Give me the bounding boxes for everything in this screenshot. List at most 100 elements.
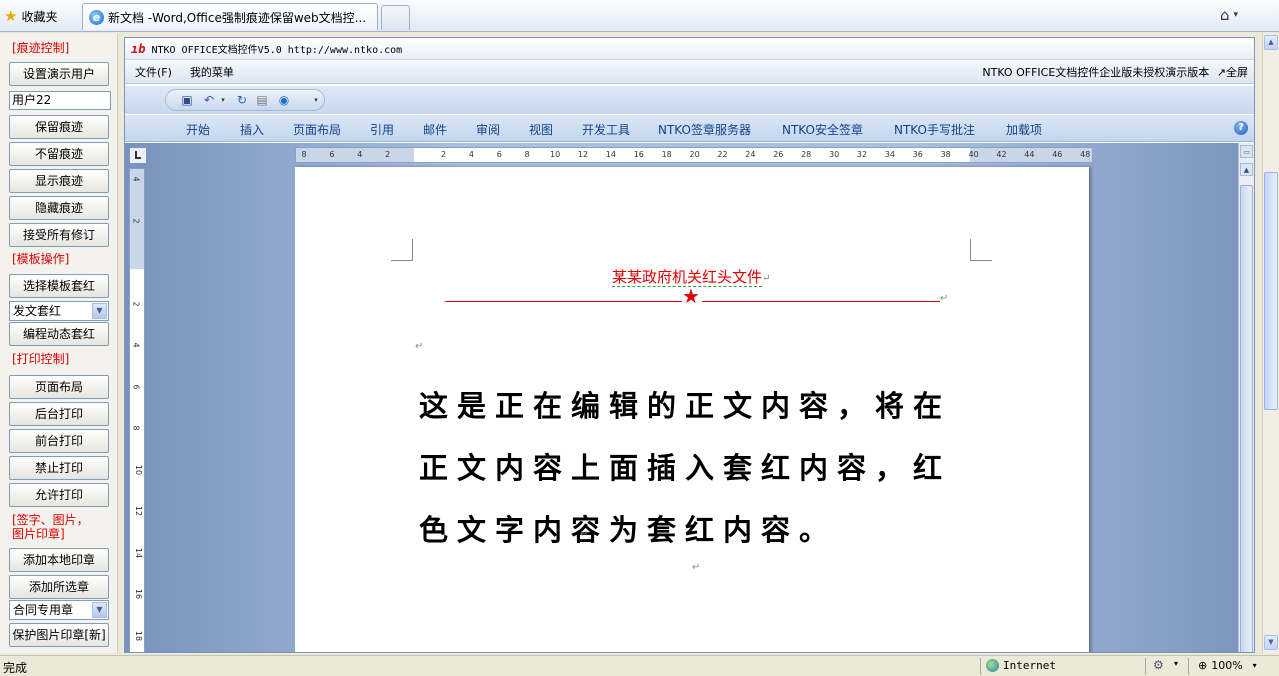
background-print-button[interactable]: 后台打印 [9, 402, 109, 426]
hide-trace-button[interactable]: 隐藏痕迹 [9, 196, 109, 220]
scroll-up-icon[interactable]: ▲ [1264, 35, 1278, 50]
document-page[interactable]: 某某政府机关红头文件↵ ★ ↵ ↵ 这是正在编辑的正文内容，将在正文内容上面插入… [295, 167, 1089, 652]
star-icon: ★ [4, 6, 18, 25]
page-vertical-scrollbar[interactable]: ▲ ▼ [1262, 33, 1279, 653]
ruler-tick-label: 12 [134, 505, 144, 517]
chevron-down-icon[interactable]: ▾ [1174, 659, 1178, 668]
ruler-tick-label: 26 [773, 150, 784, 159]
accept-all-revisions-button[interactable]: 接受所有修订 [9, 223, 109, 247]
scroll-thumb[interactable] [1264, 172, 1278, 410]
redo-icon[interactable]: ↻ [235, 93, 249, 107]
protect-stamp-button[interactable]: 保护图片印章[新] [9, 623, 109, 647]
tab-ntko-signature-server[interactable]: NTKO签章服务器 [658, 121, 751, 138]
add-selected-stamp-button[interactable]: 添加所选章 [9, 575, 109, 599]
red-star-icon: ★ [682, 284, 700, 308]
paragraph-mark: ↵ [762, 273, 771, 284]
ruler-tick-label: 14 [134, 547, 144, 558]
help-icon[interactable]: ? [1234, 121, 1248, 135]
chevron-down-icon[interactable]: ▾ [216, 93, 230, 107]
ruler-tick-label: 12 [577, 150, 589, 159]
ruler-tick-label: 44 [1024, 150, 1035, 159]
section-trace-label: [痕迹控制] [12, 41, 70, 55]
ntko-office-control: ıb NTKO OFFICE文档控件V5.0 http://www.ntko.c… [124, 37, 1255, 653]
print-preview-icon[interactable]: ▤ [255, 93, 269, 107]
ruler-tick-label: 4 [131, 176, 141, 182]
undo-icon[interactable]: ↶ [202, 93, 216, 107]
browser-tab-active[interactable]: e 新文档 -Word,Office强制痕迹保留web文档控... [82, 3, 378, 30]
web-icon[interactable]: ◉ [277, 93, 291, 107]
ruler-tick-label: 46 [1052, 150, 1063, 159]
zone-label: Internet [1003, 659, 1056, 672]
quick-access-toolbar: ▣ ↶ ▾ ↻ ▤ ◉ ▾ [125, 86, 1254, 114]
ruler-tick-label: 14 [605, 150, 616, 159]
template-select[interactable]: 发文套红 ▼ [9, 301, 109, 321]
ruler-tick-label: 18 [134, 630, 144, 641]
ruler-tick-label: 16 [633, 150, 644, 159]
horizontal-ruler[interactable]: 8 6 4 2 2 4 6 8 10 12 14 16 18 20 22 24 26 28 30 32 34 36 38 40… [295, 147, 1092, 163]
document-vertical-scrollbar[interactable]: ▭ ▲ [1238, 143, 1254, 652]
ruler-tick-label: 4 [357, 150, 363, 159]
allow-print-button[interactable]: 允许打印 [9, 483, 109, 507]
save-icon[interactable]: ▣ [180, 93, 194, 107]
chevron-down-icon: ▾ [1233, 10, 1239, 20]
red-rule-right [702, 301, 940, 302]
tab-stop-selector[interactable] [129, 147, 147, 164]
tab-ntko-handwriting[interactable]: NTKO手写批注 [894, 121, 975, 138]
scroll-thumb[interactable] [1240, 185, 1253, 652]
scroll-down-icon[interactable]: ▼ [1264, 635, 1278, 650]
ruler-tick-label: 8 [131, 425, 141, 431]
keep-trace-button[interactable]: 保留痕迹 [9, 115, 109, 139]
section-template-label: [模板操作] [12, 252, 70, 266]
ruler-tick-label: 34 [884, 150, 895, 159]
customize-toolbar-icon[interactable]: ▾ [309, 93, 323, 107]
tab-view[interactable]: 视图 [529, 121, 553, 138]
tab-developer[interactable]: 开发工具 [582, 121, 630, 138]
margin-corner-right [970, 239, 992, 261]
favorites-label: 收藏夹 [21, 9, 58, 24]
scroll-up-icon[interactable]: ▲ [1240, 163, 1253, 176]
tab-mailings[interactable]: 邮件 [423, 121, 447, 138]
split-view-icon[interactable]: ▭ [1240, 145, 1253, 158]
ruler-tick-label: 40 [968, 150, 979, 159]
show-trace-button[interactable]: 显示痕迹 [9, 169, 109, 193]
user-name-input[interactable]: 用户22 [9, 91, 111, 110]
no-trace-button[interactable]: 不留痕迹 [9, 142, 109, 166]
vertical-ruler[interactable]: 4 2 2 4 6 8 10 12 14 16 18 [129, 168, 145, 652]
forbid-print-button[interactable]: 禁止打印 [9, 456, 109, 480]
edition-notice: NTKO OFFICE文档控件企业版未授权演示版本 [982, 66, 1210, 79]
protected-mode-icon[interactable]: ⚙ [1153, 658, 1164, 672]
ie-icon: e [89, 9, 104, 25]
zoom-control[interactable]: ⊕ 100% ▾ [1198, 659, 1257, 672]
set-user-button[interactable]: 设置演示用户 [9, 62, 109, 86]
tab-ntko-secure-signature[interactable]: NTKO安全签章 [782, 121, 863, 138]
dynamic-template-button[interactable]: 编程动态套红 [9, 322, 109, 346]
favorites-button[interactable]: ★ 收藏夹 [4, 5, 57, 27]
tab-insert[interactable]: 插入 [240, 121, 264, 138]
ruler-tick-label: 8 [524, 150, 530, 159]
ruler-tick-label: 22 [717, 150, 728, 159]
tab-references[interactable]: 引用 [370, 121, 394, 138]
foreground-print-button[interactable]: 前台打印 [9, 429, 109, 453]
tab-page-layout[interactable]: 页面布局 [293, 121, 341, 138]
menu-mine[interactable]: 我的菜单 [180, 64, 242, 80]
document-body-text[interactable]: 这是正在编辑的正文内容，将在正文内容上面插入套红内容，红色文字内容为套红内容。 [419, 375, 979, 561]
new-tab-button[interactable] [381, 5, 410, 30]
fullscreen-button[interactable]: ↗全屏 [1217, 66, 1248, 79]
stamp-select[interactable]: 合同专用章 ▼ [9, 600, 109, 620]
ruler-tick-label: 10 [550, 150, 561, 159]
browser-status-bar: 完成 Internet ⚙ ▾ ⊕ 100% ▾ [0, 655, 1279, 676]
add-local-stamp-button[interactable]: 添加本地印章 [9, 548, 109, 572]
page-layout-button[interactable]: 页面布局 [9, 375, 109, 399]
menu-file[interactable]: 文件(F) [125, 64, 180, 80]
choose-template-button[interactable]: 选择模板套红 [9, 274, 109, 298]
ruler-tick-label: 2 [131, 217, 141, 224]
tab-review[interactable]: 审阅 [476, 121, 500, 138]
tab-addins[interactable]: 加载项 [1006, 121, 1042, 138]
tab-home[interactable]: 开始 [186, 121, 210, 138]
home-button[interactable]: ⌂ ▾ [1220, 6, 1238, 24]
security-zone[interactable]: Internet [986, 659, 1056, 672]
control-title-bar: ıb NTKO OFFICE文档控件V5.0 http://www.ntko.c… [125, 38, 1254, 60]
ntko-logo: ıb [131, 41, 146, 56]
ruler-tick-label: 28 [801, 150, 812, 159]
ruler-tick-label: 8 [301, 150, 307, 159]
